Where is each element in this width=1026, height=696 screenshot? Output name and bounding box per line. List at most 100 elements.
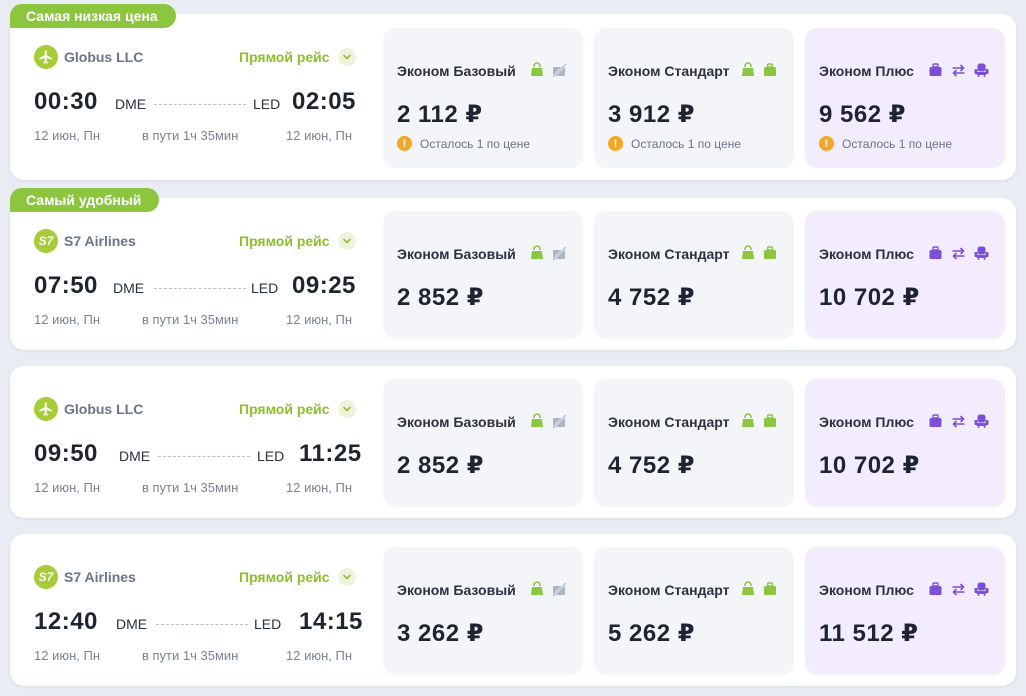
fare-name: Эконом Плюс — [819, 63, 914, 79]
baggage-icon — [762, 581, 778, 597]
fare-name: Эконом Стандарт — [608, 63, 730, 79]
arrival-time: 14:15 — [299, 608, 363, 635]
route-line — [156, 624, 248, 625]
departure-airport: DME — [119, 448, 151, 464]
arrival-date: 12 июн, Пн — [286, 128, 353, 143]
fare-economy-plus[interactable]: Эконом Плюс 10 702 ₽ — [805, 379, 1005, 507]
exchange-icon — [950, 62, 967, 78]
departure-time: 09:50 — [34, 440, 98, 467]
direct-flight-toggle[interactable]: Прямой рейс — [239, 48, 356, 66]
airline-name: S7 Airlines — [64, 569, 136, 585]
fare-economy-standard[interactable]: Эконом Стандарт 4 752 ₽ — [594, 211, 794, 339]
route-line — [154, 104, 246, 105]
exchange-icon — [950, 581, 967, 597]
direct-flight-toggle[interactable]: Прямой рейс — [239, 232, 356, 250]
fare-economy-standard[interactable]: Эконом Стандарт 5 262 ₽ — [594, 547, 794, 675]
fare-name: Эконом Базовый — [397, 246, 516, 262]
hand-bag-icon — [529, 413, 545, 429]
warning-icon: ! — [819, 136, 834, 151]
fare-economy-plus[interactable]: Эконом Плюс 9 562 ₽ ! Осталось 1 по цене — [805, 28, 1005, 168]
flight-times: 12:40 DME LED 14:15 — [34, 608, 362, 638]
flight-card[interactable]: Globus LLC Прямой рейс 09:50 DME LED 11:… — [10, 366, 1016, 518]
fare-economy-plus[interactable]: Эконом Плюс 10 702 ₽ — [805, 211, 1005, 339]
airline-name: S7 Airlines — [64, 233, 136, 249]
fare-price: 2 112 ₽ — [397, 101, 483, 128]
arrival-airport: LED — [254, 616, 282, 632]
direct-flight-label: Прямой рейс — [239, 569, 330, 585]
fare-economy-standard[interactable]: Эконом Стандарт 4 752 ₽ — [594, 379, 794, 507]
departure-date: 12 июн, Пн — [34, 128, 101, 143]
flight-times: 09:50 DME LED 11:25 — [34, 440, 361, 470]
chevron-down-icon[interactable] — [337, 232, 356, 250]
hand-bag-icon — [740, 581, 756, 597]
direct-flight-toggle[interactable]: Прямой рейс — [239, 568, 356, 586]
departure-time: 07:50 — [34, 272, 98, 299]
exchange-icon — [950, 245, 967, 261]
arrival-date: 12 июн, Пн — [286, 480, 353, 495]
flight-card[interactable]: S7 S7 Airlines Прямой рейс 07:50 DME LED… — [10, 198, 1016, 350]
departure-airport: DME — [116, 616, 148, 632]
fare-economy-basic[interactable]: Эконом Базовый 3 262 ₽ — [383, 547, 583, 675]
fare-economy-basic[interactable]: Эконом Базовый 2 852 ₽ — [383, 379, 583, 507]
warning-text: Осталось 1 по цене — [420, 136, 530, 151]
direct-flight-label: Прямой рейс — [239, 233, 330, 249]
departure-time: 12:40 — [34, 608, 98, 635]
flight-card[interactable]: S7 S7 Airlines Прямой рейс 12:40 DME LED… — [10, 534, 1016, 686]
warning-icon: ! — [397, 136, 412, 151]
fare-price: 4 752 ₽ — [608, 284, 695, 311]
arrival-date: 12 июн, Пн — [286, 648, 353, 663]
hand-bag-icon — [740, 413, 756, 429]
fare-economy-basic[interactable]: Эконом Базовый 2 852 ₽ — [383, 211, 583, 339]
chevron-down-icon[interactable] — [337, 400, 356, 418]
baggage-icon — [927, 413, 944, 429]
fare-price: 3 262 ₽ — [397, 620, 484, 647]
departure-date: 12 июн, Пн — [34, 312, 101, 327]
direct-flight-toggle[interactable]: Прямой рейс — [239, 400, 356, 418]
baggage-icon — [762, 413, 778, 429]
no-baggage-icon — [551, 245, 567, 261]
departure-date: 12 июн, Пн — [34, 480, 101, 495]
arrival-date: 12 июн, Пн — [286, 312, 353, 327]
seat-icon — [973, 581, 990, 597]
exchange-icon — [950, 413, 967, 429]
fare-economy-standard[interactable]: Эконом Стандарт 3 912 ₽ ! Осталось 1 по … — [594, 28, 794, 168]
fare-price: 5 262 ₽ — [608, 620, 695, 647]
most-comfortable-badge: Самый удобный — [10, 188, 160, 212]
flight-times: 00:30 DME LED 02:05 — [34, 88, 358, 118]
fare-name: Эконом Стандарт — [608, 582, 730, 598]
departure-airport: DME — [113, 280, 145, 296]
fare-economy-basic[interactable]: Эконом Базовый 2 112 ₽ ! Осталось 1 по ц… — [383, 28, 583, 168]
airplane-icon — [34, 397, 58, 421]
arrival-airport: LED — [257, 448, 285, 464]
airline: Globus LLC — [34, 45, 143, 69]
fare-name: Эконом Стандарт — [608, 246, 730, 262]
flight-duration: в пути 1ч 35мин — [142, 128, 239, 143]
fare-name: Эконом Плюс — [819, 414, 914, 430]
seats-left-warning: ! Осталось 1 по цене — [819, 136, 952, 151]
hand-bag-icon — [740, 245, 756, 261]
fare-name: Эконом Базовый — [397, 414, 516, 430]
baggage-icon — [927, 245, 944, 261]
flight-card[interactable]: Globus LLC Прямой рейс 00:30 DME LED 02:… — [10, 14, 1016, 180]
warning-text: Осталось 1 по цене — [631, 136, 741, 151]
arrival-airport: LED — [253, 96, 281, 112]
fare-economy-plus[interactable]: Эконом Плюс 11 512 ₽ — [805, 547, 1005, 675]
chevron-down-icon[interactable] — [337, 48, 356, 66]
lowest-price-badge: Самая низкая цена — [10, 4, 176, 28]
seat-icon — [973, 245, 990, 261]
seat-icon — [973, 413, 990, 429]
warning-icon: ! — [608, 136, 623, 151]
airline-name: Globus LLC — [64, 49, 144, 65]
airline: Globus LLC — [34, 397, 143, 421]
s7-logo-icon: S7 — [34, 229, 58, 253]
route-line — [154, 288, 246, 289]
fare-price: 10 702 ₽ — [819, 452, 920, 479]
fare-price: 4 752 ₽ — [608, 452, 695, 479]
chevron-down-icon[interactable] — [337, 568, 356, 586]
fare-name: Эконом Базовый — [397, 63, 516, 79]
hand-bag-icon — [740, 62, 756, 78]
arrival-airport: LED — [251, 280, 279, 296]
departure-time: 00:30 — [34, 88, 98, 115]
fare-name: Эконом Плюс — [819, 246, 914, 262]
fare-price: 3 912 ₽ — [608, 101, 695, 128]
